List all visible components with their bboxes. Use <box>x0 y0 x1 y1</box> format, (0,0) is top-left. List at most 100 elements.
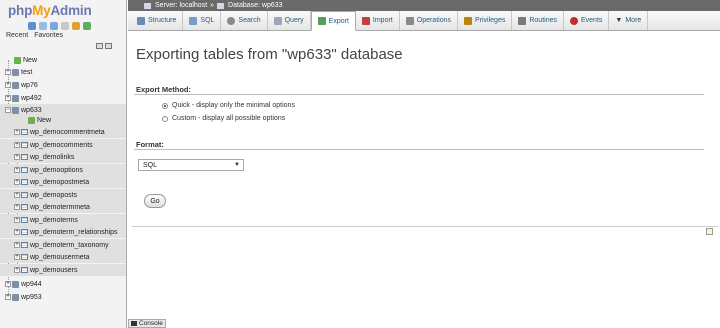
tree-item-table[interactable]: + wp_democomments <box>0 139 126 151</box>
tree-item-label: wp_demolinks <box>30 153 75 161</box>
tree-item-table[interactable]: + wp_demousermeta <box>0 251 126 263</box>
collapse-controls <box>96 43 112 49</box>
tab-export[interactable]: Export <box>310 11 356 31</box>
tree-item-db-wp492[interactable]: + wp492 <box>0 92 126 104</box>
page-settings-icon[interactable] <box>706 228 713 235</box>
format-select-value: SQL <box>143 161 158 169</box>
breadcrumb-server[interactable]: Server: localhost <box>155 2 207 9</box>
expand-icon[interactable]: + <box>14 242 20 248</box>
tree-item-table[interactable]: + wp_demolinks <box>0 151 126 163</box>
tree-item-table[interactable]: + wp_demopostmeta <box>0 176 126 188</box>
wrench-icon <box>405 16 414 25</box>
table-icon <box>21 242 28 248</box>
expand-icon[interactable]: + <box>5 294 11 300</box>
radio-label: Custom - display all possible options <box>172 115 286 122</box>
console-toggle[interactable]: Console <box>128 319 166 328</box>
tree-item-label: wp_democommentmeta <box>30 128 105 136</box>
tab-privileges[interactable]: Privileges <box>458 11 513 30</box>
expand-icon[interactable]: + <box>14 204 20 210</box>
radio-quick[interactable]: Quick - display only the minimal options <box>162 102 295 109</box>
expand-icon[interactable]: + <box>14 167 20 173</box>
console-icon <box>131 321 137 326</box>
nav-icon-bar <box>28 22 91 31</box>
tree-item-table[interactable]: + wp_demoposts <box>0 189 126 201</box>
tree-item-table[interactable]: + wp_demotermmeta <box>0 201 126 213</box>
collapse-icon[interactable]: − <box>5 107 11 113</box>
tab-more[interactable]: ▼ More <box>609 11 649 30</box>
radio-label: Quick - display only the minimal options <box>172 102 295 109</box>
table-icon <box>21 179 28 185</box>
help-icon[interactable] <box>50 22 58 30</box>
tab-import[interactable]: Import <box>356 11 400 30</box>
link-icon[interactable] <box>105 43 112 49</box>
search-icon <box>227 16 236 25</box>
logo-my: My <box>32 3 51 18</box>
go-button[interactable]: Go <box>144 194 166 208</box>
database-icon <box>12 81 19 89</box>
logo-php: php <box>8 3 33 18</box>
tab-events[interactable]: Events <box>564 11 610 30</box>
home-icon[interactable] <box>28 22 36 30</box>
radio-button[interactable] <box>162 115 168 122</box>
tree-item-table[interactable]: + wp_demoterms <box>0 214 126 226</box>
tree-item-table[interactable]: + wp_demoterm_relationships <box>0 226 126 238</box>
database-icon <box>12 106 19 114</box>
logo-admin: Admin <box>50 3 92 18</box>
expand-icon[interactable]: + <box>14 142 20 148</box>
expand-icon[interactable]: + <box>14 267 20 273</box>
tree-item-db-wp944[interactable]: + wp944 <box>0 278 126 290</box>
tree-item-table[interactable]: + wp_demousers <box>0 264 126 276</box>
expand-icon[interactable]: + <box>14 129 20 135</box>
expand-icon[interactable]: + <box>5 281 11 287</box>
tab-operations[interactable]: Operations <box>400 11 458 30</box>
tab-query[interactable]: Query <box>268 11 311 30</box>
expand-icon[interactable]: + <box>14 229 20 235</box>
collapse-all-icon[interactable] <box>96 43 103 49</box>
phpmyadmin-logo[interactable]: phpMyAdmin <box>8 3 123 23</box>
tab-search[interactable]: Search <box>221 11 268 30</box>
breadcrumb-database[interactable]: Database: wp633 <box>228 2 282 9</box>
tree-item-label: wp_demooptions <box>30 166 83 174</box>
tree-item-db-wp76[interactable]: + wp76 <box>0 79 126 91</box>
settings-icon[interactable] <box>72 22 80 30</box>
tab-routines[interactable]: Routines <box>512 11 564 30</box>
nav-tabs: Recent Favorites <box>6 32 63 39</box>
expand-icon[interactable]: + <box>14 154 20 160</box>
tab-label: Search <box>238 17 261 24</box>
tab-recent[interactable]: Recent <box>6 32 28 39</box>
reload-icon[interactable] <box>83 22 91 30</box>
logout-icon[interactable] <box>39 22 47 30</box>
new-database-icon <box>14 56 21 64</box>
tree-item-new[interactable]: New <box>0 54 126 66</box>
database-icon <box>12 68 19 76</box>
tree-item-new-table[interactable]: New <box>0 114 126 126</box>
radio-custom[interactable]: Custom - display all possible options <box>162 115 285 122</box>
radio-button[interactable] <box>162 102 168 109</box>
expand-icon[interactable]: + <box>14 192 20 198</box>
expand-icon[interactable]: + <box>14 217 20 223</box>
tab-label: Query <box>284 17 304 24</box>
tab-sql[interactable]: SQL <box>183 11 222 30</box>
tree-item-table[interactable]: + wp_democommentmeta <box>0 126 126 138</box>
format-select[interactable]: SQL ▼ <box>138 159 244 171</box>
tree-item-db-test[interactable]: + test <box>0 66 126 78</box>
tree-item-label: test <box>21 68 33 76</box>
users-icon <box>464 16 472 25</box>
expand-icon[interactable]: + <box>5 69 11 75</box>
divider <box>134 94 704 95</box>
tree-item-db-wp953[interactable]: + wp953 <box>0 291 126 303</box>
docs-icon[interactable] <box>61 22 69 30</box>
tree-item-table[interactable]: + wp_demoterm_taxonomy <box>0 239 126 251</box>
expand-icon[interactable]: + <box>5 82 11 88</box>
tree-item-label: wp_demopostmeta <box>30 178 90 186</box>
tab-favorites[interactable]: Favorites <box>34 32 63 39</box>
database-icon <box>217 2 225 9</box>
tab-structure[interactable]: Structure <box>131 11 184 30</box>
expand-icon[interactable]: + <box>14 254 20 260</box>
expand-icon[interactable]: + <box>5 95 11 101</box>
expand-icon[interactable]: + <box>14 179 20 185</box>
table-icon <box>21 254 28 260</box>
routines-icon <box>518 16 527 25</box>
tree-item-table[interactable]: + wp_demooptions <box>0 164 126 176</box>
tree-item-label: New <box>37 116 52 124</box>
